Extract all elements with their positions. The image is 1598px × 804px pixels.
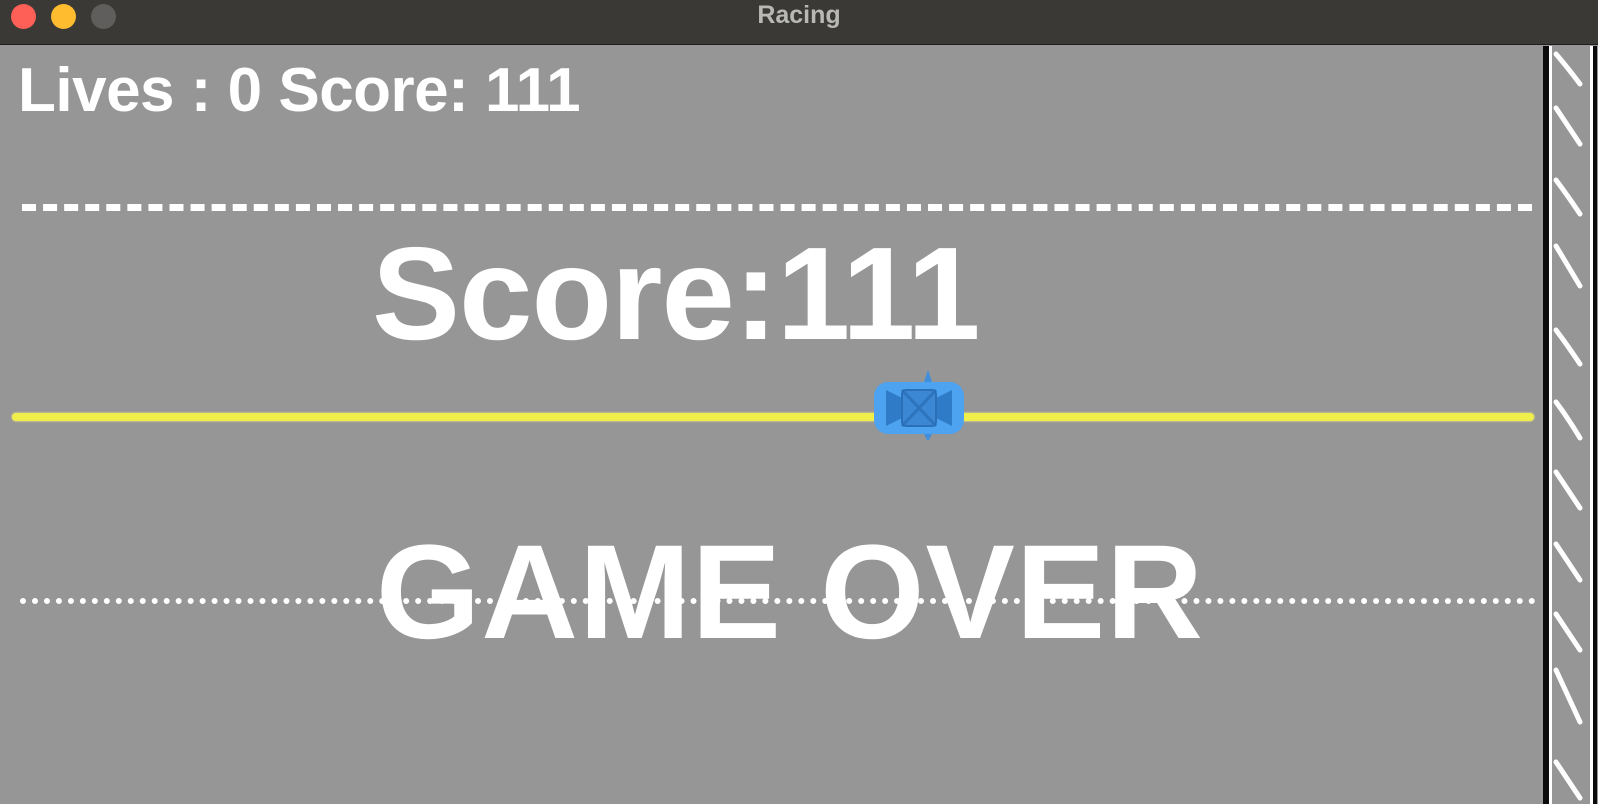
road-edge-barrier	[1542, 46, 1598, 804]
final-score-text: Score:111	[372, 220, 980, 367]
window-title: Racing	[757, 1, 841, 29]
title-bar[interactable]: Racing	[0, 0, 1598, 45]
game-window: Racing Lives : 0 Score: 111 Score:111 GA…	[0, 0, 1598, 804]
car-icon	[874, 370, 964, 440]
dashed-lane-line	[22, 204, 1532, 211]
center-divider-line	[12, 413, 1534, 421]
game-canvas[interactable]: Lives : 0 Score: 111 Score:111 GAME OVER	[0, 46, 1598, 804]
lives-score-hud: Lives : 0 Score: 111	[18, 56, 581, 125]
game-over-text: GAME OVER	[376, 518, 1204, 667]
